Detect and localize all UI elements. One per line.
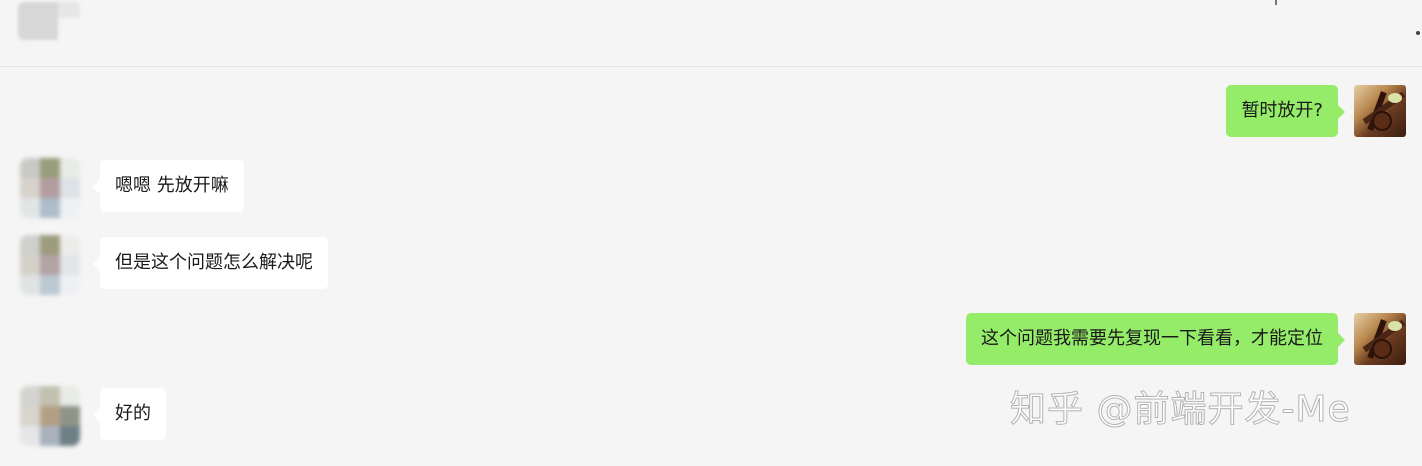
contact-avatar[interactable]: [20, 158, 80, 218]
chat-header: [0, 0, 1422, 67]
message-outgoing: 这个问题我需要先复现一下看看，才能定位: [966, 313, 1406, 365]
chat-window: 暂时放开? 嗯嗯 先放开嘛 但是这个问题怎么解决呢 这个问题我需要先复现一下看看…: [0, 0, 1422, 466]
self-avatar[interactable]: [1354, 85, 1406, 137]
message-incoming: 好的: [20, 386, 166, 446]
contact-avatar[interactable]: [20, 235, 80, 295]
message-outgoing: 暂时放开?: [1226, 85, 1406, 137]
contact-avatar-blurred[interactable]: [18, 2, 80, 40]
header-divider: [1275, 0, 1277, 5]
contact-avatar[interactable]: [20, 386, 80, 446]
more-dots-icon[interactable]: [1416, 31, 1420, 35]
message-bubble-outgoing[interactable]: 暂时放开?: [1226, 85, 1345, 137]
message-incoming: 但是这个问题怎么解决呢: [20, 235, 328, 295]
message-bubble-incoming[interactable]: 但是这个问题怎么解决呢: [93, 237, 328, 289]
watermark-text: 知乎 @前端开发-Me: [1010, 389, 1351, 431]
message-bubble-outgoing[interactable]: 这个问题我需要先复现一下看看，才能定位: [966, 313, 1345, 365]
self-avatar[interactable]: [1354, 313, 1406, 365]
message-bubble-incoming[interactable]: 嗯嗯 先放开嘛: [93, 160, 244, 212]
message-incoming: 嗯嗯 先放开嘛: [20, 158, 244, 218]
message-bubble-incoming[interactable]: 好的: [93, 388, 166, 440]
